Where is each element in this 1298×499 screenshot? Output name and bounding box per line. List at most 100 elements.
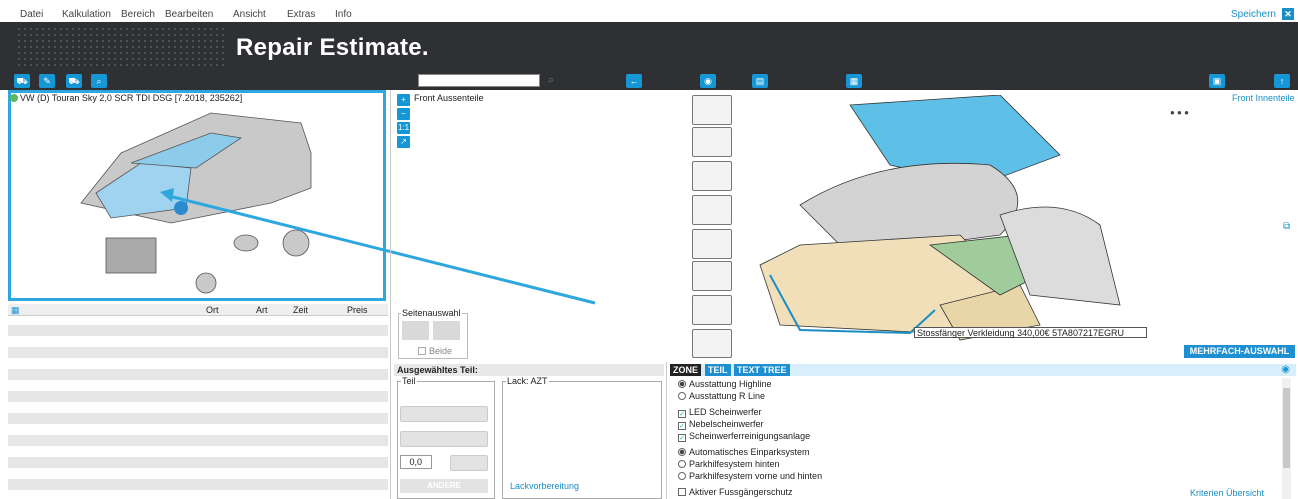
checkbox-checked-icon[interactable]: ✓ (678, 434, 686, 442)
criteria-overview-link[interactable]: Kriterien Übersicht (1190, 488, 1264, 498)
checkbox-checked-icon[interactable]: ✓ (678, 422, 686, 430)
save-link[interactable]: Speichern (1231, 9, 1276, 20)
list-row[interactable] (8, 479, 388, 490)
criteria-item[interactable]: Parkhilfesystem vorne und hinten (678, 471, 822, 482)
tab-text-tree[interactable]: TEXT TREE (734, 364, 790, 376)
checkbox-icon[interactable] (418, 347, 426, 355)
menu-ansicht[interactable]: Ansicht (233, 9, 266, 20)
criteria-list: Ausstattung Highline Ausstattung R Line … (670, 377, 1278, 499)
search-icon[interactable]: ⌕ (548, 74, 554, 87)
list-row[interactable] (8, 391, 388, 402)
zoom-in-icon[interactable]: + (397, 94, 410, 106)
cable-category-icon[interactable] (692, 329, 732, 358)
calculator-icon[interactable]: ▦ (846, 74, 862, 88)
criteria-item[interactable]: ✓ Scheinwerferreinigungsanlage (678, 431, 810, 442)
both-sides-checkbox[interactable]: Beide (418, 346, 452, 356)
col-preis[interactable]: Preis (347, 305, 368, 315)
radio-icon[interactable] (678, 392, 686, 400)
criteria-label: Ausstattung Highline (689, 379, 772, 389)
other-button[interactable]: ANDERE (400, 479, 488, 493)
col-art[interactable]: Art (256, 305, 268, 315)
svg-text:● ● ●: ● ● ● (1170, 108, 1189, 117)
radio-checked-icon[interactable] (678, 380, 686, 388)
repair-tool-icon[interactable]: ✎ (39, 74, 55, 88)
detach-icon[interactable]: ⧉ (1283, 221, 1290, 232)
list-row[interactable] (8, 369, 388, 380)
app-title: Repair Estimate. (236, 34, 429, 61)
col-zeit[interactable]: Zeit (293, 305, 308, 315)
save-disk-icon[interactable]: ▣ (1209, 74, 1225, 88)
criteria-item[interactable]: Ausstattung R Line (678, 391, 765, 402)
vehicle-name: VW (D) Touran Sky 2,0 SCR TDI DSG [7.201… (20, 93, 243, 103)
car-side-icon[interactable]: ⛟ (66, 74, 82, 88)
checkbox-checked-icon[interactable]: ✓ (678, 410, 686, 418)
list-row[interactable] (8, 457, 388, 468)
tab-zone[interactable]: ZONE (670, 364, 702, 376)
hose-category-icon[interactable] (692, 295, 732, 325)
radiator-category-icon[interactable] (692, 229, 732, 259)
eye-icon[interactable]: ◉ (1281, 364, 1290, 375)
search-input[interactable] (418, 74, 540, 87)
headlight-category-icon[interactable] (692, 195, 732, 225)
selected-part-header: Ausgewähltes Teil: (394, 364, 664, 376)
list-icon[interactable]: ▦ (11, 305, 20, 316)
criteria-label: Parkhilfesystem hinten (689, 459, 780, 469)
criteria-label: Ausstattung R Line (689, 391, 766, 401)
menu-datei[interactable]: Datei (20, 9, 43, 20)
radio-icon[interactable] (678, 472, 686, 480)
criteria-item[interactable]: Aktiver Fussgängerschutz (678, 487, 793, 498)
col-ort[interactable]: Ort (206, 305, 219, 315)
criteria-item[interactable]: ✓ LED Scheinwerfer (678, 407, 762, 418)
list-row[interactable] (8, 435, 388, 446)
menu-bereich[interactable]: Bereich (121, 9, 155, 20)
sensor-category-icon[interactable] (692, 127, 732, 157)
criteria-item[interactable]: Ausstattung Highline (678, 379, 772, 390)
criteria-item[interactable]: Automatisches Einparksystem (678, 447, 810, 458)
list-row[interactable] (8, 413, 388, 424)
menu-extras[interactable]: Extras (287, 9, 315, 20)
list-row[interactable] (8, 347, 388, 358)
document-icon[interactable]: ▤ (752, 74, 768, 88)
zoom-fit-icon[interactable]: ↗ (397, 136, 410, 148)
front-parts-illustration[interactable]: ● ● ● (740, 95, 1280, 357)
side-select-legend: Seitenauswahl (401, 308, 462, 318)
criteria-item[interactable]: ✓ Nebelscheinwerfer (678, 419, 764, 430)
strut-category-icon[interactable] (692, 261, 732, 291)
multi-select-button[interactable]: MEHRFACH-AUSWAHL (1184, 345, 1295, 358)
replace-button[interactable] (400, 406, 488, 422)
menu-info[interactable]: Info (335, 9, 352, 20)
car-front-icon[interactable]: ⛟ (14, 74, 30, 88)
eye-icon[interactable]: ◉ (700, 74, 716, 88)
list-row[interactable] (8, 325, 388, 336)
pointer-arrow (160, 188, 596, 305)
checkbox-icon[interactable] (678, 488, 686, 496)
scrollbar-thumb[interactable] (1283, 388, 1290, 468)
criteria-label: Aktiver Fussgängerschutz (689, 487, 793, 497)
radio-icon[interactable] (678, 460, 686, 468)
vehicle-label: VW (D) Touran Sky 2,0 SCR TDI DSG [7.201… (10, 93, 242, 103)
zoom-out-icon[interactable]: − (397, 108, 410, 120)
close-icon[interactable]: ✕ (1282, 8, 1294, 20)
search-car-icon[interactable]: ⌕ (91, 74, 107, 88)
app-banner: Repair Estimate. (0, 22, 1298, 72)
both-label: Beide (429, 346, 453, 356)
criteria-item[interactable]: Parkhilfesystem hinten (678, 459, 780, 470)
radio-checked-icon[interactable] (678, 448, 686, 456)
part-legend: Teil (401, 376, 417, 386)
arrow-left-icon[interactable]: ← (626, 74, 642, 88)
tools-category-icon[interactable] (692, 95, 732, 125)
quantity-stepper[interactable]: 0,0 (400, 455, 432, 469)
upload-icon[interactable]: ↑ (1274, 74, 1290, 88)
edit-button[interactable] (450, 455, 488, 471)
zoom-reset-button[interactable]: 1:1 (397, 122, 410, 134)
criteria-scrollbar[interactable] (1282, 378, 1291, 499)
tab-teil[interactable]: TEIL (705, 364, 731, 376)
menu-kalkulation[interactable]: Kalkulation (62, 9, 111, 20)
repair-button[interactable] (400, 431, 488, 447)
side-left-button[interactable] (402, 321, 429, 340)
criteria-label: Nebelscheinwerfer (689, 419, 764, 429)
paint-prep-link[interactable]: Lackvorbereitung (510, 481, 579, 491)
side-right-button[interactable] (433, 321, 460, 340)
brackets-category-icon[interactable] (692, 161, 732, 191)
menu-bearbeiten[interactable]: Bearbeiten (165, 9, 213, 20)
